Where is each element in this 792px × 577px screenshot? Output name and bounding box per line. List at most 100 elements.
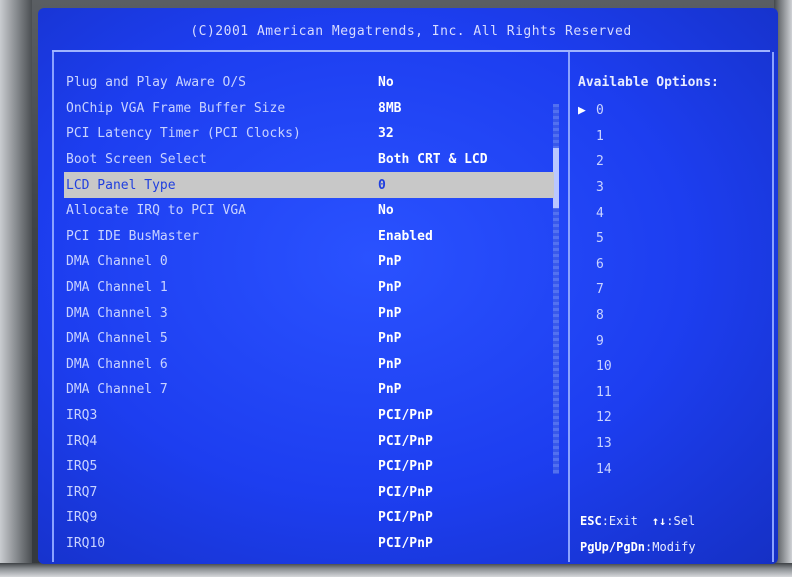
option-item[interactable]: 9 <box>578 328 768 354</box>
setting-value[interactable]: PCI/PnP <box>378 485 433 500</box>
setting-label: IRQ7 <box>66 484 98 500</box>
setting-row[interactable]: Allocate IRQ to PCI VGA No <box>64 198 554 224</box>
help-panel: Available Options: ▶ 0 1 2 3 4 5 6 7 8 9 10 11 12 13 14 <box>578 70 768 482</box>
option-item[interactable]: 12 <box>578 405 768 431</box>
option-value: 14 <box>596 461 612 477</box>
setting-label: OnChip VGA Frame Buffer Size <box>66 100 286 116</box>
setting-row[interactable]: IRQ5 PCI/PnP <box>64 454 554 480</box>
option-item[interactable]: 14 <box>578 456 768 482</box>
available-options-title: Available Options: <box>578 74 719 90</box>
setting-row[interactable]: IRQ9 PCI/PnP <box>64 505 554 531</box>
setting-value[interactable]: 8MB <box>378 101 401 116</box>
setting-value[interactable]: PCI/PnP <box>378 408 433 423</box>
copyright-header: (C)2001 American Megatrends, Inc. All Ri… <box>52 12 770 52</box>
monitor-bezel-left <box>0 0 32 577</box>
option-item[interactable]: 5 <box>578 226 768 252</box>
option-value: 10 <box>596 359 612 375</box>
setting-label: DMA Channel 6 <box>66 356 168 372</box>
setting-value[interactable]: PnP <box>378 382 401 397</box>
option-value: 5 <box>596 231 604 247</box>
bios-screen: (C)2001 American Megatrends, Inc. All Ri… <box>38 8 778 564</box>
option-value: 0 <box>596 103 604 119</box>
copyright-text: (C)2001 American Megatrends, Inc. All Ri… <box>190 23 632 39</box>
setting-row[interactable]: OnChip VGA Frame Buffer Size 8MB <box>64 96 554 122</box>
option-item[interactable]: 1 <box>578 124 768 150</box>
option-item[interactable]: 3 <box>578 175 768 201</box>
key-line-exit-select: ESC: Exit ↑↓: Sel <box>580 508 770 534</box>
setting-label: DMA Channel 7 <box>66 382 168 398</box>
setting-row[interactable]: IRQ10 PCI/PnP <box>64 531 554 557</box>
setting-value[interactable]: PnP <box>378 331 401 346</box>
setting-label: DMA Channel 5 <box>66 331 168 347</box>
setting-row[interactable]: IRQ7 PCI/PnP <box>64 480 554 506</box>
setting-value[interactable]: Enabled <box>378 229 433 244</box>
setting-label: LCD Panel Type <box>66 177 176 193</box>
setting-label: Allocate IRQ to PCI VGA <box>66 203 247 219</box>
option-value: 6 <box>596 256 604 272</box>
setting-value[interactable]: No <box>378 75 394 90</box>
setting-label: DMA Channel 0 <box>66 254 168 270</box>
setting-row[interactable]: PCI IDE BusMaster Enabled <box>64 224 554 250</box>
option-value: 9 <box>596 333 604 349</box>
setting-row[interactable]: Boot Screen Select Both CRT & LCD <box>64 147 554 173</box>
key-separator: : <box>645 540 653 554</box>
option-value: 8 <box>596 308 604 324</box>
esc-action: Exit <box>608 514 638 528</box>
setting-row[interactable]: PCI Latency Timer (PCI Clocks) 32 <box>64 121 554 147</box>
option-item[interactable]: 6 <box>578 252 768 278</box>
option-item[interactable]: 8 <box>578 303 768 329</box>
setting-row[interactable]: DMA Channel 0 PnP <box>64 249 554 275</box>
setting-row[interactable]: DMA Channel 3 PnP <box>64 300 554 326</box>
options-list: ▶ 0 1 2 3 4 5 6 7 8 9 10 11 12 13 14 <box>578 98 768 482</box>
setting-label: Boot Screen Select <box>66 152 207 168</box>
select-action: Sel <box>673 514 696 528</box>
monitor-bezel-bottom <box>0 563 792 577</box>
setting-label: DMA Channel 3 <box>66 305 168 321</box>
option-value: 4 <box>596 205 604 221</box>
setting-row[interactable]: IRQ3 PCI/PnP <box>64 403 554 429</box>
option-item[interactable]: ▶ 0 <box>578 98 768 124</box>
setting-row[interactable]: DMA Channel 6 PnP <box>64 352 554 378</box>
setting-row[interactable]: DMA Channel 5 PnP <box>64 326 554 352</box>
setting-label: PCI IDE BusMaster <box>66 228 200 244</box>
setting-value[interactable]: PCI/PnP <box>378 510 433 525</box>
setting-value[interactable]: PCI/PnP <box>378 459 433 474</box>
setting-value[interactable]: PnP <box>378 306 401 321</box>
setting-row[interactable]: DMA Channel 1 PnP <box>64 275 554 301</box>
setting-value[interactable]: Both CRT & LCD <box>378 152 488 167</box>
key-separator: : <box>601 514 609 528</box>
setting-value[interactable]: 0 <box>378 178 386 193</box>
option-value: 13 <box>596 436 612 452</box>
option-item[interactable]: 7 <box>578 277 768 303</box>
setting-label: Plug and Play Aware O/S <box>66 75 247 91</box>
settings-list: Plug and Play Aware O/S No OnChip VGA Fram… <box>64 70 554 556</box>
setting-value[interactable]: PnP <box>378 357 401 372</box>
setting-label: IRQ3 <box>66 408 98 424</box>
setting-value[interactable]: PCI/PnP <box>378 536 433 551</box>
arrow-keys: ↑↓ <box>651 514 667 528</box>
setting-row[interactable]: LCD Panel Type 0 <box>64 172 554 198</box>
page-keys: PgUp/PgDn <box>580 540 646 554</box>
option-item[interactable]: 10 <box>578 354 768 380</box>
option-item[interactable]: 4 <box>578 200 768 226</box>
setting-value[interactable]: No <box>378 203 394 218</box>
panel-divider <box>568 52 570 562</box>
setting-value[interactable]: PnP <box>378 254 401 269</box>
setting-row[interactable]: IRQ4 PCI/PnP <box>64 428 554 454</box>
option-value: 11 <box>596 384 612 400</box>
esc-key: ESC <box>580 514 602 528</box>
setting-value[interactable]: PnP <box>378 280 401 295</box>
key-line-modify: PgUp/PgDn: Modify <box>580 534 770 560</box>
setting-value[interactable]: PCI/PnP <box>378 434 433 449</box>
selected-option-arrow-icon: ▶ <box>578 103 586 119</box>
option-value: 2 <box>596 154 604 170</box>
setting-label: DMA Channel 1 <box>66 280 168 296</box>
option-item[interactable]: 2 <box>578 149 768 175</box>
option-value: 12 <box>596 410 612 426</box>
option-item[interactable]: 11 <box>578 380 768 406</box>
setting-row[interactable]: Plug and Play Aware O/S No <box>64 70 554 96</box>
option-item[interactable]: 13 <box>578 431 768 457</box>
setting-value[interactable]: 32 <box>378 126 394 141</box>
setting-label: IRQ9 <box>66 510 98 526</box>
setting-row[interactable]: DMA Channel 7 PnP <box>64 377 554 403</box>
